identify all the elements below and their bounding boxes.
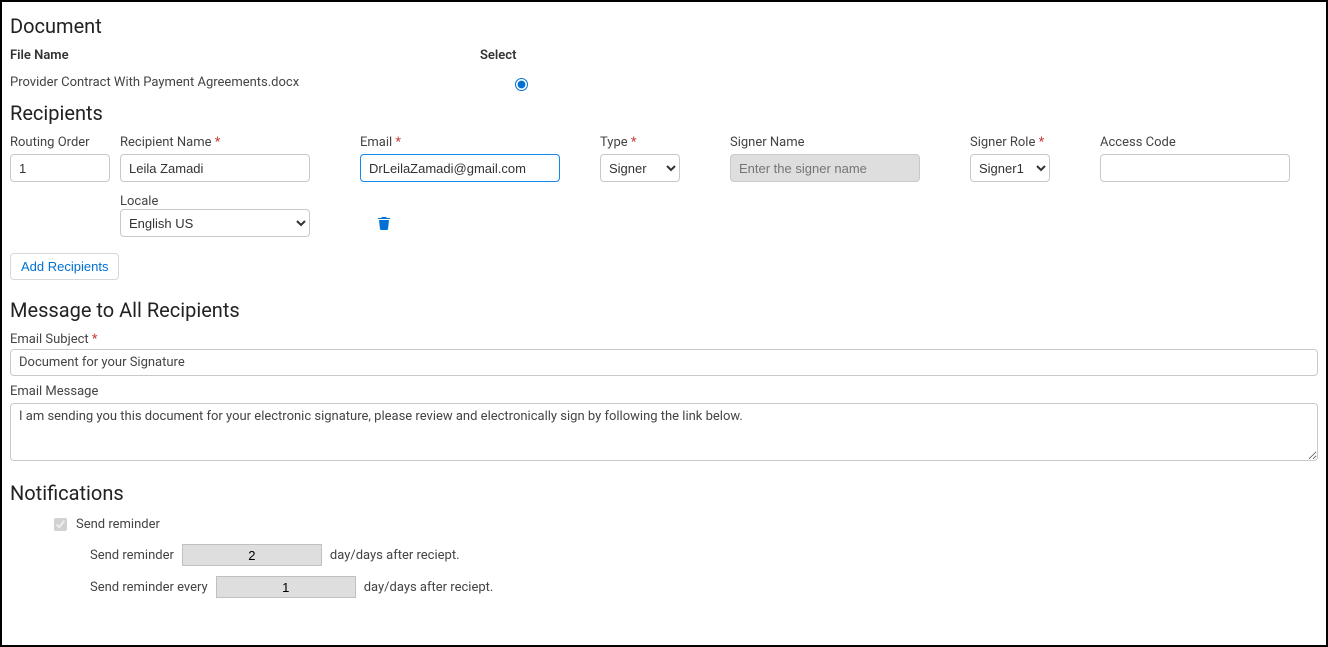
reminder-line2-suffix: day/days after reciept. — [364, 580, 494, 595]
reminder-line2-input[interactable] — [216, 576, 356, 598]
file-name-header: File Name — [10, 48, 480, 69]
reminder-line1-suffix: day/days after reciept. — [330, 548, 460, 563]
locale-label: Locale — [120, 194, 158, 209]
type-select[interactable]: Signer — [600, 154, 680, 182]
reminder-line2-prefix: Send reminder every — [90, 580, 208, 595]
routing-order-input[interactable] — [10, 154, 110, 182]
email-message-label: Email Message — [10, 384, 1318, 399]
access-code-label: Access Code — [1100, 135, 1328, 150]
notifications-heading: Notifications — [10, 481, 1318, 505]
reminder-line1-input[interactable] — [182, 544, 322, 566]
signer-name-label: Signer Name — [730, 135, 960, 150]
file-name-value: Provider Contract With Payment Agreement… — [10, 69, 480, 95]
message-heading: Message to All Recipients — [10, 298, 1318, 322]
email-subject-label: Email Subject — [10, 332, 1318, 347]
locale-select[interactable]: English US — [120, 209, 310, 237]
recipient-name-label: Recipient Name — [120, 135, 350, 150]
recipients-heading: Recipients — [10, 101, 1318, 125]
add-recipients-button[interactable]: Add Recipients — [10, 253, 119, 280]
send-reminder-label: Send reminder — [76, 517, 160, 532]
type-label: Type — [600, 135, 720, 150]
access-code-input[interactable] — [1100, 154, 1290, 182]
routing-order-label: Routing Order — [10, 135, 110, 150]
signer-role-select[interactable]: Signer1 — [970, 154, 1050, 182]
delete-recipient-icon[interactable] — [360, 216, 390, 234]
document-table: File Name Select Provider Contract With … — [10, 48, 1318, 95]
select-header: Select — [480, 48, 560, 69]
reminder-line1-prefix: Send reminder — [90, 548, 174, 563]
email-message-textarea[interactable]: I am sending you this document for your … — [10, 403, 1318, 461]
recipient-row: Routing Order Recipient Name Email Type … — [10, 135, 1318, 182]
email-input[interactable] — [360, 154, 560, 182]
recipient-name-input[interactable] — [120, 154, 310, 182]
email-subject-input[interactable] — [10, 349, 1318, 376]
signer-role-label: Signer Role — [970, 135, 1090, 150]
document-select-radio[interactable] — [515, 78, 528, 91]
email-label: Email — [360, 135, 590, 150]
send-reminder-checkbox[interactable] — [54, 518, 67, 531]
signer-name-input — [730, 154, 920, 182]
document-heading: Document — [10, 14, 1318, 38]
